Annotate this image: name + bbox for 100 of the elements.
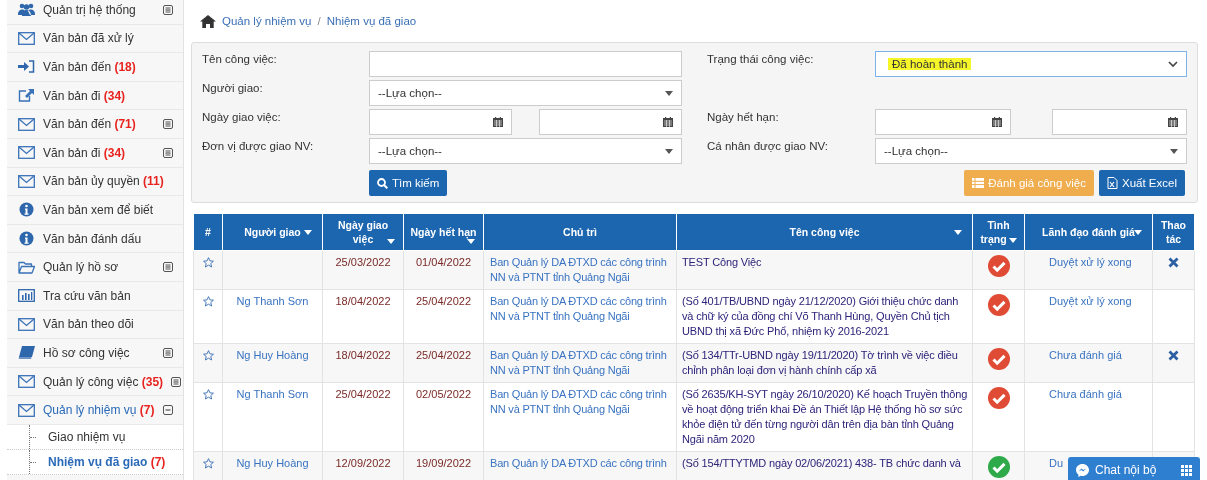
date-text: 19/09/2022 bbox=[414, 456, 473, 471]
column-header[interactable]: Người giao bbox=[222, 213, 323, 251]
info-icon bbox=[18, 231, 34, 247]
date-field[interactable] bbox=[875, 109, 1011, 135]
sidebar-item[interactable]: Văn bản đến (71) bbox=[7, 110, 183, 139]
sidebar-item[interactable]: Văn bản đi (34) bbox=[7, 81, 183, 111]
date-field[interactable] bbox=[1051, 109, 1187, 135]
caret-icon bbox=[665, 90, 673, 96]
expand-icon[interactable] bbox=[163, 147, 173, 158]
field-label: Ngày giao việc: bbox=[202, 110, 282, 123]
column-header[interactable]: Ngày giao việc bbox=[322, 213, 404, 251]
envelope-icon bbox=[17, 375, 35, 388]
assigner-link[interactable]: Ng Thanh Sơn bbox=[229, 387, 316, 402]
search-icon bbox=[377, 177, 388, 189]
date-text: 18/04/2022 bbox=[334, 348, 392, 363]
breadcrumb-link[interactable]: Quản lý nhiệm vụ bbox=[222, 15, 312, 27]
select-field[interactable]: --Lựa chọn-- bbox=[369, 138, 682, 164]
breadcrumb-separator: / bbox=[317, 15, 321, 27]
sidebar-item[interactable]: Văn bản đến (18) bbox=[7, 53, 183, 82]
chevron-icon bbox=[1168, 60, 1178, 68]
date-text: 25/03/2022 bbox=[334, 255, 392, 270]
date-text: 02/05/2022 bbox=[414, 387, 473, 402]
star-icon[interactable] bbox=[202, 257, 214, 268]
calendar-icon[interactable] bbox=[493, 117, 503, 127]
date-text: 25/04/2022 bbox=[334, 387, 392, 402]
column-header[interactable]: Tình trạng bbox=[972, 213, 1025, 251]
date-text: 25/04/2022 bbox=[414, 348, 473, 363]
select-field[interactable]: Đã hoàn thành bbox=[875, 51, 1187, 77]
review-status-link[interactable]: Du bbox=[1049, 456, 1064, 471]
chat-bubble-icon bbox=[1076, 463, 1089, 477]
expand-icon[interactable] bbox=[163, 119, 173, 130]
list-icon bbox=[972, 178, 985, 188]
star-icon[interactable] bbox=[202, 350, 214, 361]
sidebar-item[interactable]: Văn bản đã xử lý bbox=[7, 24, 183, 54]
info-icon bbox=[18, 202, 34, 218]
column-header[interactable]: Lãnh đạo đánh giá bbox=[1024, 213, 1153, 251]
bar-chart-icon bbox=[17, 289, 35, 303]
calendar-icon[interactable] bbox=[991, 117, 1002, 127]
task-name-text: (Số 401/TB/UBND ngày 21/12/2020) Giới thiệu chức danh và chữ ký của đồng chí Võ Thanh Hùng, Quyền Chủ tịch UBND thị xã Đức Phổ, nhiệm kỳ 2016-2021 bbox=[682, 294, 960, 339]
book-icon bbox=[17, 346, 35, 360]
export-excel-button[interactable]: Xuất Excel bbox=[1099, 170, 1185, 196]
date-text: 01/04/2022 bbox=[414, 255, 473, 270]
home-icon[interactable] bbox=[200, 14, 216, 28]
breadcrumb-link[interactable]: Nhiệm vụ đã giao bbox=[326, 15, 417, 27]
field-label: Cá nhân được giao NV: bbox=[707, 139, 829, 152]
star-icon[interactable] bbox=[202, 296, 214, 307]
sidebar-item[interactable]: Hồ sơ công việc bbox=[7, 339, 183, 368]
sidebar-item[interactable]: Văn bản đánh dấu bbox=[7, 224, 183, 254]
field-label: Tên công việc: bbox=[202, 52, 278, 65]
collapse-icon[interactable] bbox=[163, 405, 173, 416]
review-status-link[interactable]: Duyệt xử lý xong bbox=[1049, 294, 1132, 309]
envelope-icon bbox=[17, 174, 35, 188]
date-field[interactable] bbox=[369, 109, 512, 135]
task-name-text: (Số 134/TTr-UBND ngày 19/11/2020) Tờ trình về việc điều chỉnh phân loại đơn vị hành chính cấp xã bbox=[682, 348, 959, 378]
sidebar-item[interactable]: Quản trị hệ thống bbox=[7, 0, 183, 25]
field-label: Đơn vị được giao NV: bbox=[202, 139, 315, 152]
users-icon bbox=[17, 3, 35, 17]
date-field[interactable] bbox=[539, 109, 682, 135]
spreadsheet-icon bbox=[1107, 177, 1118, 189]
sidebar-item[interactable]: Văn bản đi (34) bbox=[7, 138, 183, 168]
delete-icon[interactable] bbox=[1168, 350, 1179, 361]
select-field[interactable]: --Lựa chọn-- bbox=[875, 138, 1187, 164]
search-button[interactable]: Tìm kiếm bbox=[369, 170, 448, 196]
expand-icon[interactable] bbox=[171, 376, 182, 387]
column-header[interactable]: Ngày hết hạn bbox=[403, 213, 484, 251]
date-text: 25/04/2022 bbox=[414, 294, 473, 309]
external-link-icon bbox=[17, 89, 35, 103]
star-icon[interactable] bbox=[202, 458, 214, 469]
envelope-icon bbox=[17, 146, 35, 160]
sign-in-icon bbox=[17, 60, 35, 74]
sidebar-item[interactable]: Quản lý hồ sơ bbox=[7, 253, 183, 282]
task-name-text: TEST Công Việc bbox=[682, 255, 763, 270]
field-label: Trạng thái công việc: bbox=[707, 52, 815, 65]
star-icon[interactable] bbox=[202, 389, 214, 400]
envelope-icon bbox=[17, 317, 35, 331]
sidebar-subitem[interactable]: Nhiệm vụ đã giao (7) bbox=[7, 449, 183, 475]
envelope-icon bbox=[17, 31, 35, 45]
caret-icon bbox=[1170, 148, 1178, 154]
sidebar-item[interactable]: Văn bản xem để biết bbox=[7, 196, 183, 225]
sidebar-item[interactable]: Văn bản ủy quyền (11) bbox=[7, 167, 183, 197]
sidebar-item[interactable]: Văn bản theo dõi bbox=[7, 310, 183, 340]
expand-icon[interactable] bbox=[163, 262, 173, 273]
grid-icon[interactable] bbox=[1181, 464, 1192, 476]
sidebar-subitem[interactable]: Giao nhiệm vụ bbox=[7, 424, 183, 450]
review-status-link[interactable]: Chưa đánh giá bbox=[1049, 387, 1122, 402]
text-input-field[interactable] bbox=[369, 51, 682, 77]
expand-icon[interactable] bbox=[163, 347, 173, 358]
calendar-icon[interactable] bbox=[1168, 117, 1178, 127]
sidebar-item[interactable]: Tra cứu văn bản bbox=[7, 281, 183, 311]
column-header[interactable]: Tên công việc bbox=[676, 213, 973, 251]
select-field[interactable]: --Lựa chọn-- bbox=[369, 80, 682, 106]
calendar-icon[interactable] bbox=[663, 117, 673, 127]
date-text: 18/04/2022 bbox=[334, 294, 392, 309]
delete-icon[interactable] bbox=[1168, 257, 1179, 268]
folder-icon bbox=[17, 260, 35, 274]
task-name-text: (Số 154/TTYTMD ngày 02/06/2021) 438- TB chức danh và bbox=[682, 456, 962, 471]
sidebar-item[interactable]: Quản lý công việc (35) bbox=[7, 367, 183, 397]
expand-icon[interactable] bbox=[163, 4, 173, 15]
sidebar-item[interactable]: Quản lý nhiệm vụ (7) bbox=[7, 396, 183, 425]
chat-bar[interactable]: Chat nội bộ bbox=[1068, 457, 1200, 480]
